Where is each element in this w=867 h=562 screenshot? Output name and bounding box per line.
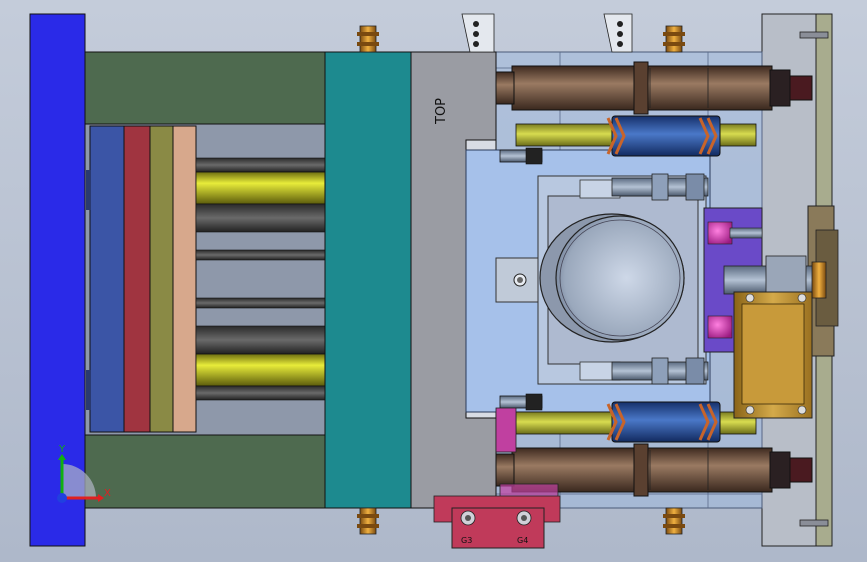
water-connector-bottom-right (663, 507, 685, 535)
gate-plate-g3-g4 (433, 495, 561, 549)
triad-z-axis (57, 493, 67, 503)
gate-label-g3: G3 (461, 536, 472, 545)
top-label: TOP (434, 98, 449, 125)
triad-x-label: X (104, 488, 111, 499)
water-connector-bottom-left (357, 507, 379, 535)
molded-part-disc (539, 213, 685, 343)
cavity-plate (324, 51, 412, 509)
mold-assembly-drawing: TOP G3 G4 X Y (29, 13, 839, 549)
wedge-lock-block (733, 291, 813, 419)
water-connector-top-right (663, 25, 685, 53)
water-connector-top-left (357, 25, 379, 53)
gate-label-g4: G4 (517, 536, 528, 545)
lifting-bracket-left (461, 13, 495, 53)
cad-viewport[interactable]: TOP G3 G4 X Y (0, 0, 867, 562)
ejector-plate-stack (86, 125, 197, 433)
lifting-bracket-right (603, 13, 633, 53)
triad-y-label: Y (58, 444, 66, 455)
fixed-clamp-plate (29, 13, 86, 547)
guide-pillar-top (495, 61, 813, 115)
